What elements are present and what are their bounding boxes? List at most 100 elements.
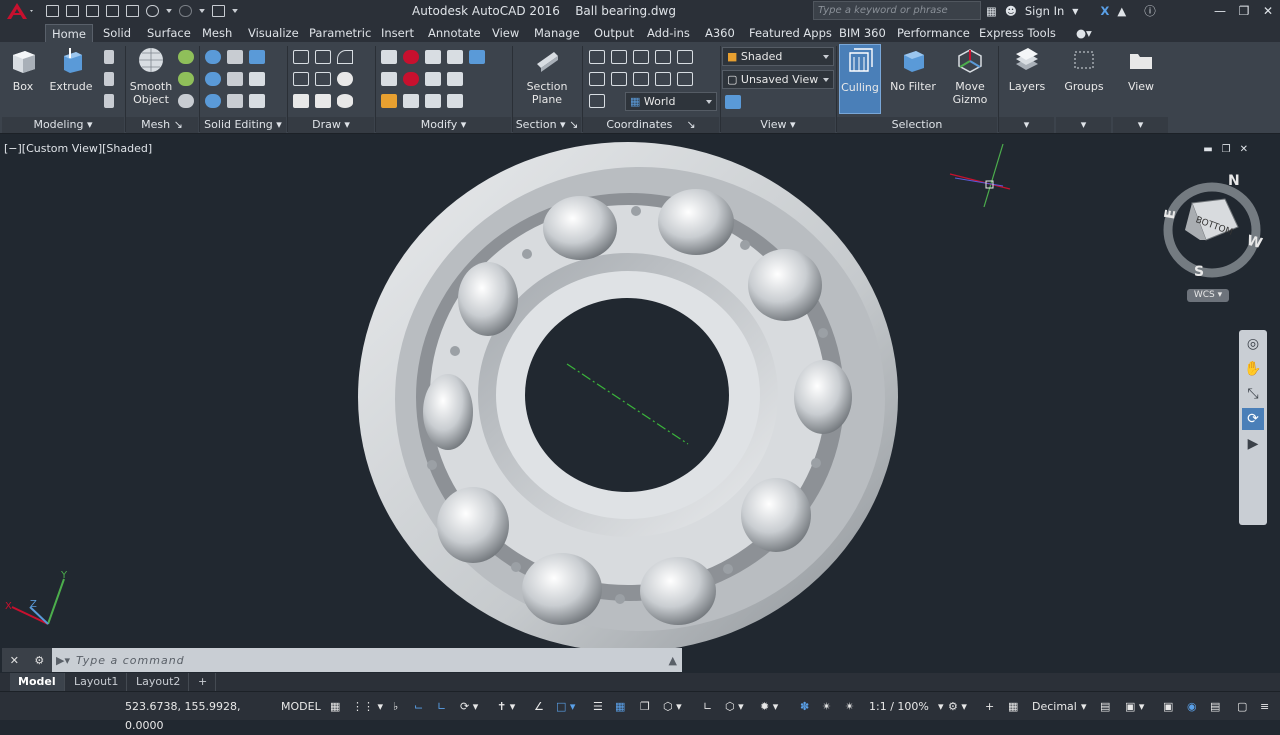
workspace-gear-icon[interactable]: ⚙ ▾: [948, 697, 967, 716]
command-input[interactable]: Type a command: [76, 654, 185, 667]
dynamic-ucs-icon[interactable]: ∟: [703, 697, 712, 716]
gizmo-icon[interactable]: ✹ ▾: [760, 697, 778, 716]
command-history-icon[interactable]: ▶▾: [56, 654, 70, 667]
scale-icon[interactable]: [403, 94, 419, 108]
tab-performance[interactable]: Performance: [891, 24, 976, 42]
save-as-icon[interactable]: [106, 5, 119, 17]
coordinates-readout[interactable]: 523.6738, 155.9928, 0.0000: [118, 697, 274, 732]
drawing-viewport[interactable]: [−][Custom View][Shaded] ▬ ❐ ✕ BOTTOM N …: [0, 137, 1280, 674]
chamfer-icon[interactable]: [447, 72, 463, 86]
intersect-icon[interactable]: [205, 94, 221, 108]
spline-icon[interactable]: [293, 72, 309, 86]
quick-properties-icon[interactable]: ▤: [1100, 697, 1110, 716]
layers-expand-icon[interactable]: ▾: [999, 117, 1054, 133]
interfere-icon[interactable]: [227, 72, 243, 86]
groups-expand-icon[interactable]: ▾: [1056, 117, 1111, 133]
view-button[interactable]: View: [1117, 44, 1165, 93]
grid-icon[interactable]: ▦: [330, 697, 340, 716]
groups-button[interactable]: Groups: [1060, 44, 1108, 93]
named-view-dropdown[interactable]: ▢ Unsaved View: [722, 70, 834, 89]
dynamic-input-icon[interactable]: ⌙: [414, 697, 423, 716]
tab-output[interactable]: Output: [588, 24, 640, 42]
panel-title-selection[interactable]: Selection: [837, 117, 997, 133]
auto-scale-icon[interactable]: ✴: [822, 697, 831, 716]
polar-tracking-icon[interactable]: ⟳ ▾: [460, 697, 478, 716]
section-plane-button[interactable]: Section Plane: [520, 44, 574, 106]
tab-featured-apps[interactable]: Featured Apps: [743, 24, 838, 42]
tab-insert[interactable]: Insert: [375, 24, 420, 42]
tab-home[interactable]: Home: [45, 24, 93, 42]
mesh-smooth-more-icon[interactable]: [178, 50, 194, 64]
lineweight-icon[interactable]: ☰: [593, 697, 603, 716]
selection-cycling-icon[interactable]: ❐: [640, 697, 650, 716]
tab-mesh[interactable]: Mesh: [196, 24, 238, 42]
tab-a360[interactable]: A360: [699, 24, 741, 42]
tab-annotate[interactable]: Annotate: [422, 24, 487, 42]
annotation-visibility-icon[interactable]: ✽: [800, 697, 809, 716]
help-search-input[interactable]: Type a keyword or phrase: [813, 1, 981, 20]
move-icon[interactable]: [381, 50, 397, 64]
panel-title-section[interactable]: Section ▾ ↘: [513, 117, 581, 133]
extract-edges-icon[interactable]: [249, 50, 265, 64]
union-icon[interactable]: [205, 50, 221, 64]
mesh-smooth-less-icon[interactable]: [178, 72, 194, 86]
tab-solid[interactable]: Solid: [97, 24, 137, 42]
arc-icon[interactable]: [337, 50, 353, 64]
tab-parametric[interactable]: Parametric: [303, 24, 377, 42]
units-chevron-icon[interactable]: ▾: [1081, 697, 1087, 716]
open-icon[interactable]: [66, 5, 79, 17]
user-icon[interactable]: ☻: [1005, 4, 1017, 18]
object-snap-tracking-icon[interactable]: ∠: [534, 697, 544, 716]
viewcube[interactable]: BOTTOM N S E W: [1162, 173, 1264, 280]
copy-icon[interactable]: [381, 72, 397, 86]
tab-bim360[interactable]: BIM 360: [833, 24, 892, 42]
tab-visualize[interactable]: Visualize: [242, 24, 305, 42]
move-gizmo-button[interactable]: Move Gizmo: [946, 44, 994, 106]
clean-screen-icon[interactable]: ▤: [1210, 697, 1220, 716]
layers-button[interactable]: Layers: [1003, 44, 1051, 93]
no-filter-button[interactable]: No Filter: [887, 44, 939, 93]
fillet-icon[interactable]: [447, 50, 463, 64]
ucs-x-icon[interactable]: [611, 50, 627, 64]
sign-in-link[interactable]: Sign In: [1025, 4, 1064, 18]
lock-ui-icon[interactable]: ▣ ▾: [1125, 697, 1144, 716]
stretch-icon[interactable]: [381, 94, 397, 108]
annotation-monitor-icon[interactable]: +: [985, 697, 994, 716]
view-expand-icon[interactable]: ▾: [1113, 117, 1168, 133]
close-command-line-icon[interactable]: ✕: [10, 654, 19, 667]
panel-title-solid-editing[interactable]: Solid Editing ▾: [200, 117, 286, 133]
rectangle-icon[interactable]: [315, 94, 331, 108]
customization-icon[interactable]: ≡: [1260, 697, 1269, 716]
box-button[interactable]: Box: [4, 44, 42, 93]
viewport-config-icon[interactable]: [725, 95, 741, 109]
explode-icon[interactable]: [447, 94, 463, 108]
binoculars-icon[interactable]: ▦: [986, 4, 997, 18]
restore-icon[interactable]: ❐: [1232, 0, 1256, 22]
ucs-dropdown[interactable]: ▦ World: [625, 92, 717, 111]
refine-mesh-icon[interactable]: [178, 94, 194, 108]
isodraft-icon[interactable]: ✝ ▾: [497, 697, 515, 716]
smooth-object-button[interactable]: Smooth Object: [128, 44, 174, 106]
extend-icon[interactable]: [425, 72, 441, 86]
steering-wheel-icon[interactable]: ◎: [1242, 333, 1264, 355]
redo-icon[interactable]: [179, 5, 192, 17]
ucs-object-icon[interactable]: [633, 72, 649, 86]
panel-title-modeling[interactable]: Modeling ▾: [2, 117, 124, 133]
customize-command-line-icon[interactable]: ⚙: [34, 654, 44, 667]
line-icon[interactable]: [315, 50, 331, 64]
add-layout-icon[interactable]: +: [190, 673, 217, 691]
sign-in-dropdown-icon[interactable]: ▼: [1072, 7, 1078, 16]
panel-title-mesh[interactable]: Mesh ↘: [126, 117, 198, 133]
tab-manage[interactable]: Manage: [528, 24, 586, 42]
presspull-icon[interactable]: [104, 72, 114, 86]
ucs-view-icon[interactable]: [611, 72, 627, 86]
tab-layout1[interactable]: Layout1: [66, 673, 128, 691]
application-menu-button[interactable]: [0, 0, 38, 22]
transparency-icon[interactable]: ▦: [615, 697, 625, 716]
units-dropdown[interactable]: Decimal: [1032, 697, 1077, 716]
trim-icon[interactable]: [425, 50, 441, 64]
pan-icon[interactable]: ✋: [1242, 358, 1264, 380]
customize-qat-icon[interactable]: [232, 9, 238, 13]
ucs-z-icon[interactable]: [655, 50, 671, 64]
extrude-button[interactable]: Extrude: [48, 44, 94, 93]
